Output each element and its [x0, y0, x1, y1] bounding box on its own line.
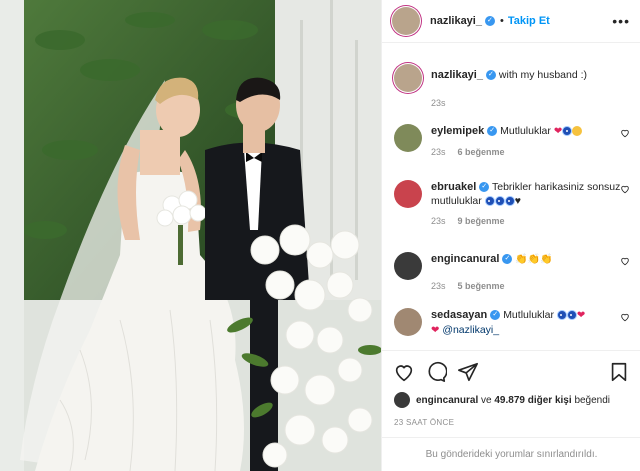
comment-item: ebruakel ✓ Tebrikler harikasiniz sonsuz m… — [394, 178, 630, 228]
commenter-username[interactable]: sedasayan — [431, 309, 487, 321]
clapping-hands-emoji: 👏👏👏 — [515, 254, 553, 265]
caption-avatar[interactable] — [394, 64, 422, 92]
caption-username[interactable]: nazlikayi_ — [431, 69, 483, 81]
post-header: nazlikayi_ ✓ • Takip Et ••• — [382, 0, 640, 43]
author-avatar[interactable] — [392, 7, 420, 35]
commenter-avatar[interactable] — [394, 180, 422, 208]
like-heart-icon[interactable] — [393, 361, 415, 383]
share-paper-plane-icon[interactable] — [457, 361, 479, 383]
comment-item: sedasayan ✓ Mutluluklar ❤ ❤ @nazlikayi_ — [394, 306, 630, 338]
more-options-icon[interactable]: ••• — [612, 13, 630, 29]
comment-likes[interactable]: 6 beğenme — [458, 147, 505, 157]
comment-mention[interactable]: @nazlikayi_ — [442, 324, 499, 336]
commenter-avatar[interactable] — [394, 308, 422, 336]
post-side-panel: nazlikayi_ ✓ • Takip Et ••• nazlikayi_ ✓ … — [381, 0, 640, 471]
verified-icon: ✓ — [502, 254, 513, 265]
red-heart-emoji: ❤ — [576, 310, 586, 321]
comment-likes[interactable]: 5 beğenme — [458, 281, 505, 291]
verified-icon: ✓ — [487, 126, 498, 137]
likes-count-link[interactable]: 49.879 diğer kişi — [494, 395, 571, 406]
save-bookmark-icon[interactable] — [608, 361, 630, 383]
evil-eye-emoji — [562, 126, 573, 137]
liker-username[interactable]: engincanural — [416, 395, 478, 406]
comment-time[interactable]: 23s — [431, 216, 446, 226]
commenter-username[interactable]: eylemipek — [431, 125, 484, 137]
commenter-username[interactable]: ebruakel — [431, 181, 476, 193]
liker-avatar[interactable] — [394, 392, 410, 408]
red-heart-emoji: ❤ — [553, 126, 563, 137]
comment-like-heart-icon[interactable] — [620, 128, 630, 138]
comment-like-heart-icon[interactable] — [620, 312, 630, 322]
comment-likes[interactable]: 9 beğenme — [458, 216, 505, 226]
comment-text: Mutluluklar — [500, 125, 551, 137]
comment-text: Mutluluklar — [503, 309, 554, 321]
wedding-photo-illustration — [0, 0, 381, 471]
liked-by-verb: beğendi — [574, 394, 611, 406]
evil-eye-emoji — [504, 196, 515, 207]
post-photo[interactable] — [0, 0, 381, 471]
liked-by-conj: ve — [481, 394, 492, 406]
post-timestamp[interactable]: 23 SAAT ÖNCE — [394, 418, 454, 427]
separator-dot: • — [499, 15, 504, 27]
comment-item: eylemipek ✓ Mutluluklar ❤ 23s 6 beğenme — [394, 122, 630, 159]
comment-like-heart-icon[interactable] — [620, 184, 630, 194]
verified-icon: ✓ — [485, 70, 496, 81]
verified-icon: ✓ — [490, 310, 501, 321]
verified-icon: ✓ — [479, 182, 490, 193]
evil-eye-emoji — [556, 310, 567, 321]
smiling-face-emoji — [572, 126, 583, 137]
commenter-avatar[interactable] — [394, 252, 422, 280]
follow-button[interactable]: Takip Et — [508, 15, 550, 27]
caption: nazlikayi_ ✓ with my husband :) 23s — [394, 62, 630, 110]
comment-bubble-icon[interactable] — [425, 361, 447, 383]
comment-like-heart-icon[interactable] — [620, 256, 630, 266]
liked-by: engincanural ve 49.879 diğer kişi beğend… — [394, 392, 610, 408]
comments-limited-notice: Bu gönderideki yorumlar sınırlandırıldı. — [382, 437, 640, 471]
evil-eye-emoji — [494, 196, 505, 207]
comment-time[interactable]: 23s — [431, 147, 446, 157]
evil-eye-emoji — [484, 196, 495, 207]
evil-eye-emoji — [566, 310, 577, 321]
commenter-avatar[interactable] — [394, 124, 422, 152]
comment-item: engincanural ✓ 👏👏👏 23s 5 beğenme — [394, 250, 630, 293]
comment-time[interactable]: 23s — [431, 281, 446, 291]
caption-text: with my husband :) — [498, 69, 588, 81]
comments-list[interactable]: nazlikayi_ ✓ with my husband :) 23s eylem… — [382, 44, 640, 349]
red-heart-emoji: ❤ — [431, 325, 440, 336]
caption-time[interactable]: 23s — [431, 98, 446, 108]
instagram-post: nazlikayi_ ✓ • Takip Et ••• nazlikayi_ ✓ … — [0, 0, 640, 471]
author-username[interactable]: nazlikayi_ — [430, 15, 482, 27]
verified-icon: ✓ — [484, 16, 495, 26]
black-heart-emoji: ♥ — [514, 195, 521, 207]
commenter-username[interactable]: engincanural — [431, 253, 499, 265]
action-bar — [382, 350, 640, 390]
